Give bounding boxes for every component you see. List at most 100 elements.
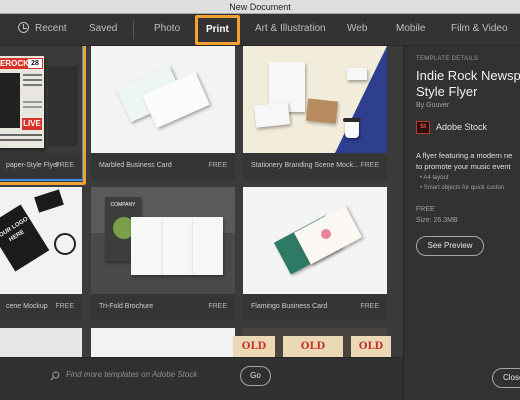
provider-name: Adobe Stock bbox=[436, 122, 488, 132]
tab-web-label: Web bbox=[347, 23, 368, 34]
free-badge: FREE bbox=[55, 162, 74, 169]
template-thumbnail: YOUR LOGO HERE bbox=[0, 187, 82, 294]
kraft-envelope bbox=[305, 98, 339, 124]
tab-print-label: Print bbox=[206, 24, 229, 35]
template-name: cene Mockup bbox=[6, 303, 48, 310]
tab-print[interactable]: Print bbox=[195, 15, 240, 45]
template-card-logo-scene-mockup[interactable]: YOUR LOGO HERE cene Mockup FREE bbox=[0, 187, 82, 320]
template-caption: Flamingo Business Card FREE bbox=[243, 294, 387, 320]
old-music-poster: OLD MUSIC bbox=[283, 336, 343, 358]
flyer-shadow bbox=[48, 66, 78, 146]
free-badge: FREE bbox=[360, 162, 379, 169]
tab-saved[interactable]: Saved bbox=[89, 14, 117, 46]
details-section-label: TEMPLATE DETAILS bbox=[416, 56, 479, 62]
template-name: paper-Style Flyer bbox=[6, 162, 60, 169]
window-title: New Document bbox=[0, 0, 520, 14]
template-caption: paper-Style Flyer FREE bbox=[0, 153, 82, 179]
template-card-indie-rock-flyer[interactable]: EROCK 28 LIVE paper-Style Flyer FREE bbox=[0, 46, 84, 181]
see-preview-button[interactable]: See Preview bbox=[416, 236, 484, 256]
template-caption: Tri-Fold Brochure FREE bbox=[91, 294, 235, 320]
template-grid: EROCK 28 LIVE paper-Style Flyer FREE Mar… bbox=[0, 46, 403, 400]
flyer-art: EROCK 28 LIVE bbox=[0, 56, 44, 148]
coffee-lid bbox=[343, 118, 361, 122]
stock-search-bar: Find more templates on Adobe Stock Go bbox=[0, 357, 403, 400]
adobe-stock-icon: St bbox=[416, 121, 430, 134]
tab-art-illustration[interactable]: Art & Illustration bbox=[255, 14, 326, 46]
brochure-panel bbox=[163, 217, 193, 275]
template-caption: cene Mockup FREE bbox=[0, 294, 82, 320]
dark-card bbox=[34, 189, 64, 213]
flyer-text-line bbox=[23, 74, 42, 76]
close-button[interactable]: Close bbox=[492, 368, 520, 388]
template-card-tri-fold-brochure[interactable]: COMPANY Tri-Fold Brochure FREE bbox=[91, 187, 235, 320]
template-title-line1: Indie Rock Newsp bbox=[416, 68, 520, 83]
tab-saved-label: Saved bbox=[89, 23, 118, 34]
tab-film-video[interactable]: Film & Video bbox=[451, 14, 508, 46]
template-title: Indie Rock Newsp Style Flyer bbox=[416, 68, 520, 100]
flyer-live-badge: LIVE bbox=[22, 118, 42, 130]
logo-card-art: YOUR LOGO HERE bbox=[0, 204, 50, 272]
description-line: to promote your music event bbox=[416, 162, 511, 171]
template-card-flamingo-business-card[interactable]: Flamingo Business Card FREE bbox=[243, 187, 387, 320]
scissors-art bbox=[54, 233, 76, 255]
flyer-text-line bbox=[0, 134, 42, 136]
template-card-stationery-branding[interactable]: Stationery Branding Scene Mock... FREE bbox=[243, 46, 387, 179]
brochure-panel bbox=[131, 217, 163, 275]
tab-divider bbox=[133, 21, 134, 39]
tab-recent[interactable]: Recent bbox=[18, 14, 67, 46]
template-name: Stationery Branding Scene Mock... bbox=[251, 162, 359, 169]
clock-icon bbox=[18, 22, 29, 33]
template-caption: Marbled Business Card FREE bbox=[91, 153, 235, 179]
template-thumbnail bbox=[243, 187, 387, 294]
flyer-text-line bbox=[23, 106, 42, 108]
template-card-marbled-business-card[interactable]: Marbled Business Card FREE bbox=[91, 46, 235, 179]
new-document-dialog: New Document Recent Saved Photo Print Ar… bbox=[0, 0, 520, 400]
template-name: Flamingo Business Card bbox=[251, 303, 328, 310]
feature-bullet: • Smart objects for quick custon bbox=[420, 185, 505, 191]
free-badge: FREE bbox=[360, 303, 379, 310]
search-icon bbox=[50, 371, 60, 381]
tab-photo-label: Photo bbox=[154, 23, 181, 34]
template-thumbnail: EROCK 28 LIVE bbox=[0, 46, 82, 153]
template-description: A flyer featuring a modern ne to promote… bbox=[416, 150, 520, 172]
flamingo-mark bbox=[321, 229, 331, 239]
free-badge: FREE bbox=[208, 162, 227, 169]
description-line: A flyer featuring a modern ne bbox=[416, 151, 513, 160]
template-thumbnail: COMPANY bbox=[91, 187, 235, 294]
tab-art-label: Art & Illustration bbox=[255, 23, 326, 34]
tab-mobile-label: Mobile bbox=[396, 23, 426, 34]
blue-backdrop bbox=[335, 46, 387, 153]
free-badge: FREE bbox=[208, 303, 227, 310]
free-badge: FREE bbox=[55, 303, 74, 310]
template-thumbnail bbox=[91, 46, 235, 153]
flyer-number: 28 bbox=[28, 59, 42, 68]
template-name: Tri-Fold Brochure bbox=[99, 303, 154, 310]
flyer-text-line bbox=[23, 84, 42, 86]
template-author: By Guuver bbox=[416, 102, 450, 109]
flyer-text-line bbox=[23, 79, 42, 81]
tab-photo[interactable]: Photo bbox=[154, 14, 180, 46]
flyer-text-line bbox=[0, 139, 42, 141]
template-name: Marbled Business Card bbox=[99, 162, 172, 169]
feature-bullet: • A4 layout bbox=[420, 175, 449, 181]
flyer-text-line bbox=[23, 101, 42, 103]
flyer-photo bbox=[0, 73, 20, 128]
file-size: Size: 26.3MB bbox=[416, 217, 458, 224]
old-music-poster: OLD MUSIC bbox=[233, 336, 275, 358]
old-music-poster: OLD MUSIC bbox=[351, 336, 391, 358]
tab-mobile[interactable]: Mobile bbox=[396, 14, 425, 46]
category-tabbar: Recent Saved Photo Print Art & Illustrat… bbox=[0, 14, 520, 46]
envelope bbox=[253, 102, 291, 128]
search-input[interactable]: Find more templates on Adobe Stock bbox=[66, 370, 197, 379]
small-card bbox=[347, 68, 367, 80]
price-label: FREE bbox=[416, 206, 435, 213]
tab-recent-label: Recent bbox=[35, 23, 67, 34]
brochure-panel bbox=[193, 217, 223, 275]
coffee-cup bbox=[345, 120, 359, 138]
tab-web[interactable]: Web bbox=[347, 14, 367, 46]
template-details-panel: TEMPLATE DETAILS Indie Rock Newsp Style … bbox=[403, 46, 520, 400]
template-caption: Stationery Branding Scene Mock... FREE bbox=[243, 153, 387, 179]
go-button[interactable]: Go bbox=[240, 366, 271, 386]
template-title-line2: Style Flyer bbox=[416, 84, 478, 99]
tab-film-label: Film & Video bbox=[451, 23, 508, 34]
